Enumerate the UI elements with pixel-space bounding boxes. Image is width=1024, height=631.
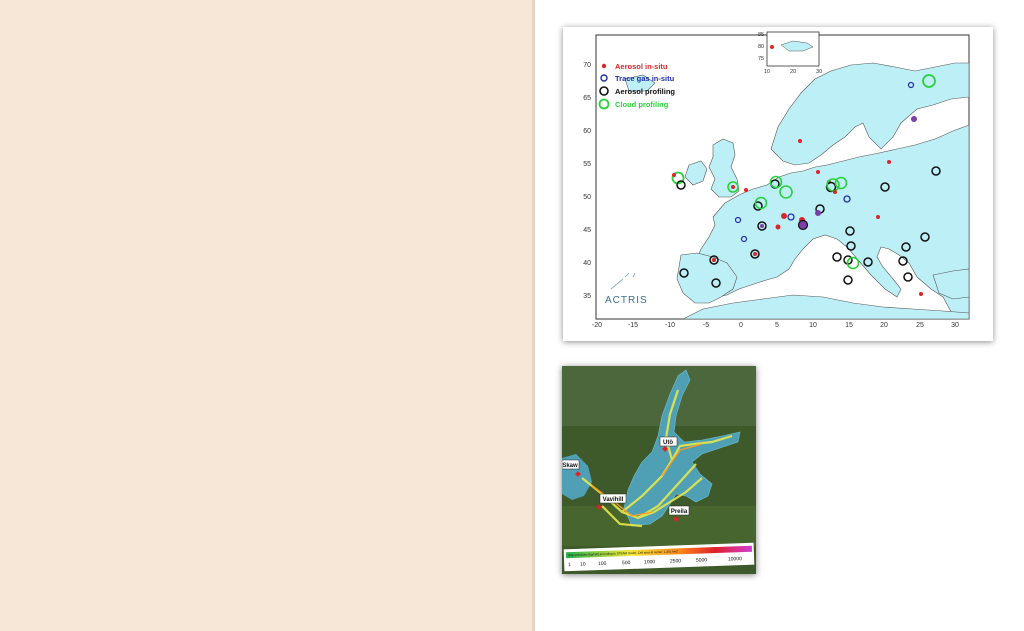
y-tick: 65: [583, 95, 591, 102]
legend-label: Aerosol profiling: [615, 87, 675, 96]
legend-label: Aerosol in-situ: [615, 62, 668, 71]
aerosol-insitu-station: [798, 139, 802, 143]
aerosol-insitu-station: [919, 292, 923, 296]
terrain-north: [562, 366, 756, 426]
y-axis-ticks: 70 65 60 55 50 45 40 35: [583, 62, 591, 300]
x-tick: -10: [665, 322, 675, 329]
aerosol-insitu-station: [815, 210, 821, 216]
baltic-ship-emissions-map: Utö Skaw Vavihill Preila ship emissions …: [562, 366, 756, 574]
inset-station-marker: [770, 45, 774, 49]
y-tick: 55: [583, 161, 591, 168]
inset-y-tick: 85: [758, 32, 764, 38]
y-tick: 40: [583, 260, 591, 267]
aerosol-insitu-station: [911, 116, 917, 122]
scale-value: 1: [568, 562, 571, 568]
y-tick: 50: [583, 194, 591, 201]
aerosol-insitu-station: [672, 173, 676, 177]
scale-value: 5000: [696, 557, 708, 563]
x-tick: -5: [703, 322, 709, 329]
x-tick: 30: [951, 322, 959, 329]
scale-value: 500: [622, 560, 631, 566]
legend-label: Cloud profiling: [615, 100, 669, 109]
x-tick: 15: [845, 322, 853, 329]
x-tick: 25: [916, 322, 924, 329]
aerosol-insitu-station: [753, 252, 757, 256]
inset-x-tick: 30: [816, 69, 822, 75]
scale-value: 10: [580, 562, 586, 568]
aerosol-insitu-station: [816, 170, 820, 174]
aerosol-insitu-station: [744, 188, 748, 192]
scale-value: 100: [598, 561, 607, 567]
y-tick: 45: [583, 227, 591, 234]
aerosol-insitu-station: [760, 224, 764, 228]
x-tick: 20: [880, 322, 888, 329]
aerosol-insitu-station: [876, 215, 880, 219]
scale-value: 2500: [670, 558, 682, 564]
scale-value: 1000: [644, 559, 656, 565]
actris-logo-text: ACTRIS: [605, 295, 648, 306]
station-label: Utö: [663, 440, 673, 446]
station-label: Vavihill: [603, 497, 624, 503]
y-tick: 70: [583, 62, 591, 69]
legend-marker-aerosol-insitu: [601, 63, 607, 69]
y-tick: 60: [583, 128, 591, 135]
aerosol-insitu-station: [731, 185, 735, 189]
aerosol-insitu-station: [712, 258, 716, 262]
scale-value: 10000: [728, 556, 742, 562]
legend-label: Trace gas in-situ: [615, 74, 675, 83]
aerosol-insitu-station: [833, 190, 837, 194]
aerosol-insitu-station: [775, 224, 781, 230]
x-tick: 0: [739, 322, 743, 329]
inset-x-tick: 10: [764, 69, 770, 75]
baltic-map-svg: Utö Skaw Vavihill Preila ship emissions …: [562, 366, 756, 574]
inset-y-tick: 80: [758, 44, 764, 50]
x-tick: -20: [592, 322, 602, 329]
y-tick: 35: [583, 293, 591, 300]
x-tick: 5: [775, 322, 779, 329]
x-axis-ticks: -20 -15 -10 -5 0 5 10 15 20 25 30: [592, 322, 959, 329]
x-tick: 10: [809, 322, 817, 329]
actris-station-map: 70 65 60 55 50 45 40 35 -20 -15 -10 -5 0…: [563, 27, 993, 341]
aerosol-profiling-station: [797, 219, 809, 231]
x-tick: -15: [628, 322, 638, 329]
left-blank-pane: [0, 0, 532, 631]
inset-x-tick: 20: [790, 69, 796, 75]
aerosol-insitu-station: [781, 213, 787, 219]
aerosol-insitu-station: [887, 160, 891, 164]
europe-map-svg: 70 65 60 55 50 45 40 35 -20 -15 -10 -5 0…: [583, 31, 970, 329]
inset-y-tick: 75: [758, 56, 764, 62]
station-label: Preila: [671, 509, 688, 515]
station-label: Skaw: [562, 463, 578, 469]
